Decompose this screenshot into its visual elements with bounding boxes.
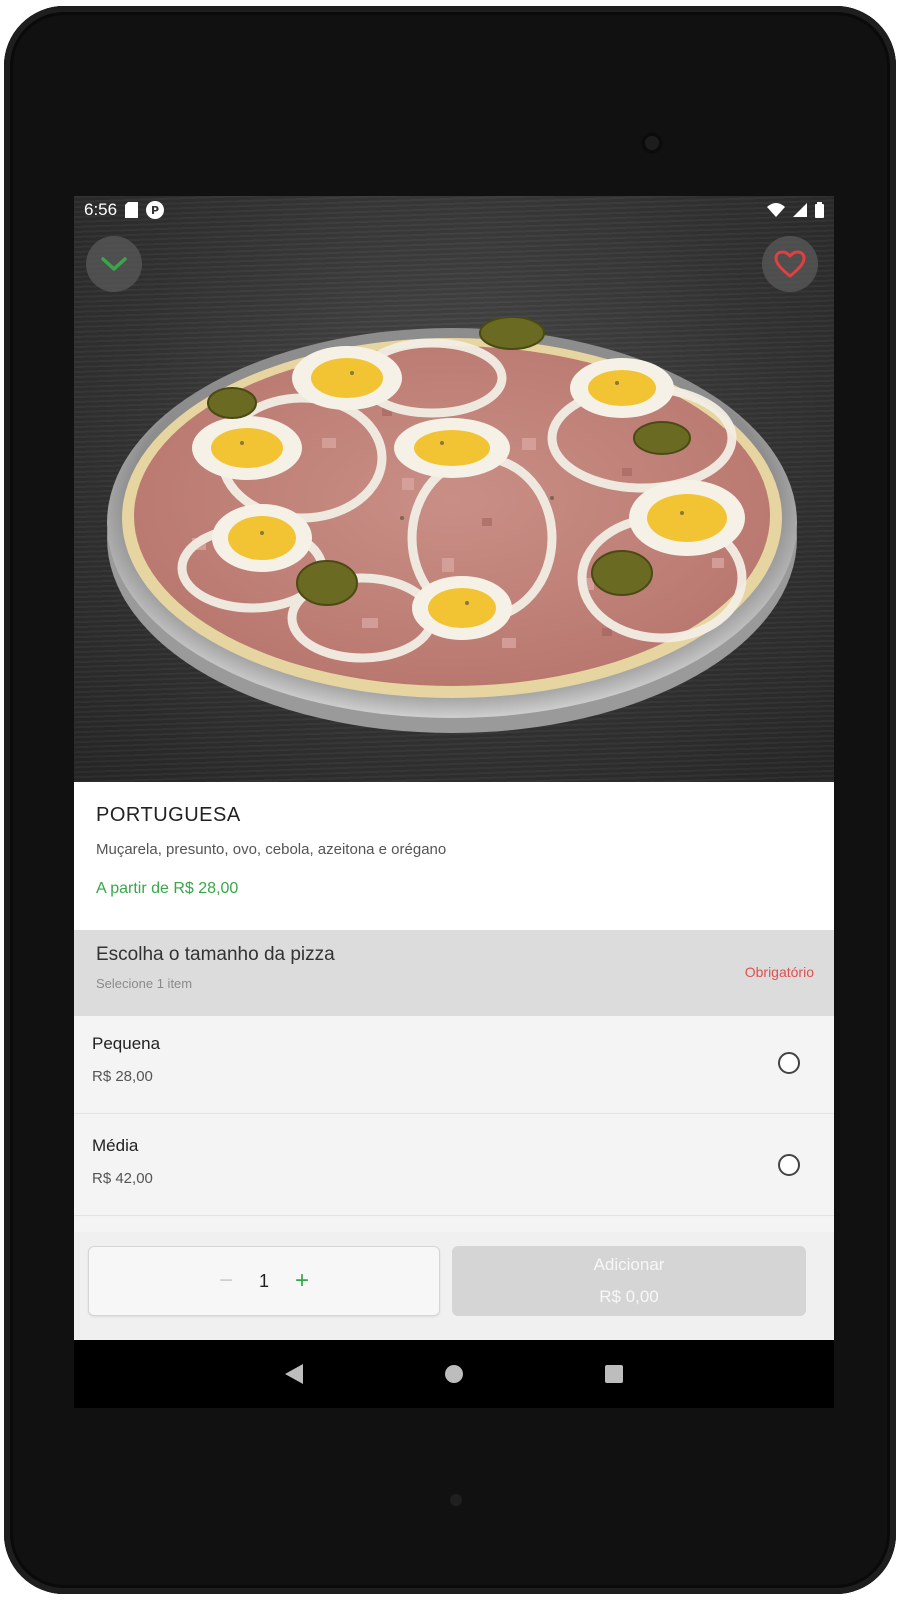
option-price: R$ 42,00 [92, 1170, 153, 1187]
status-bar: 6:56 P [74, 196, 834, 224]
wifi-icon [767, 203, 785, 217]
required-badge: Obrigatório [744, 964, 814, 980]
radio-button[interactable] [778, 1154, 800, 1176]
sensor-dot [450, 1494, 462, 1506]
product-name: PORTUGUESA [96, 804, 241, 826]
increase-button[interactable]: + [295, 1267, 309, 1295]
chevron-down-icon [101, 257, 127, 271]
quantity-value: 1 [258, 1270, 269, 1291]
sd-card-icon [125, 202, 139, 218]
section-title: Escolha o tamanho da pizza [96, 944, 335, 965]
add-button-label: Adicionar [593, 1255, 665, 1274]
size-option-media[interactable]: Média R$ 42,00 [74, 1118, 834, 1216]
clock: 6:56 [84, 200, 118, 219]
option-name: Pequena [92, 1034, 161, 1053]
decrease-button[interactable]: − [219, 1267, 233, 1295]
product-info: PORTUGUESA Muçarela, presunto, ovo, cebo… [74, 782, 834, 930]
app-screen: 6:56 P PORTUGUESA Muçarela, presunto, ov… [74, 196, 834, 1408]
nav-home-button[interactable] [434, 1354, 474, 1394]
pizza-illustration [107, 318, 797, 733]
close-button[interactable] [86, 236, 142, 292]
quantity-stepper: − 1 + [88, 1246, 440, 1316]
system-nav-bar [74, 1340, 834, 1408]
cart-bar: − 1 + Adicionar R$ 0,00 [74, 1232, 834, 1340]
product-price-from: A partir de R$ 28,00 [96, 880, 239, 897]
size-section-header: Escolha o tamanho da pizza Selecione 1 i… [74, 930, 834, 1016]
size-option-pequena[interactable]: Pequena R$ 28,00 [74, 1016, 834, 1114]
heart-icon [774, 250, 806, 278]
svg-text:P: P [151, 204, 159, 217]
option-price: R$ 28,00 [92, 1068, 153, 1085]
p-notification-icon: P [146, 201, 165, 219]
add-button-total: R$ 0,00 [599, 1287, 659, 1306]
signal-icon [793, 203, 807, 217]
nav-recents-button[interactable] [594, 1354, 634, 1394]
recents-square-icon [605, 1365, 623, 1383]
radio-button[interactable] [778, 1052, 800, 1074]
option-name: Média [92, 1136, 139, 1155]
nav-back-button[interactable] [274, 1354, 314, 1394]
product-description: Muçarela, presunto, ovo, cebola, azeiton… [96, 841, 447, 858]
back-triangle-icon [285, 1364, 303, 1384]
add-to-cart-button[interactable]: Adicionar R$ 0,00 [452, 1246, 806, 1316]
section-subtitle: Selecione 1 item [96, 976, 193, 991]
tablet-frame: 6:56 P PORTUGUESA Muçarela, presunto, ov… [4, 6, 896, 1594]
favorite-button[interactable] [762, 236, 818, 292]
battery-icon [815, 202, 824, 218]
home-circle-icon [445, 1365, 463, 1383]
product-image [74, 196, 834, 782]
front-camera [641, 132, 663, 154]
